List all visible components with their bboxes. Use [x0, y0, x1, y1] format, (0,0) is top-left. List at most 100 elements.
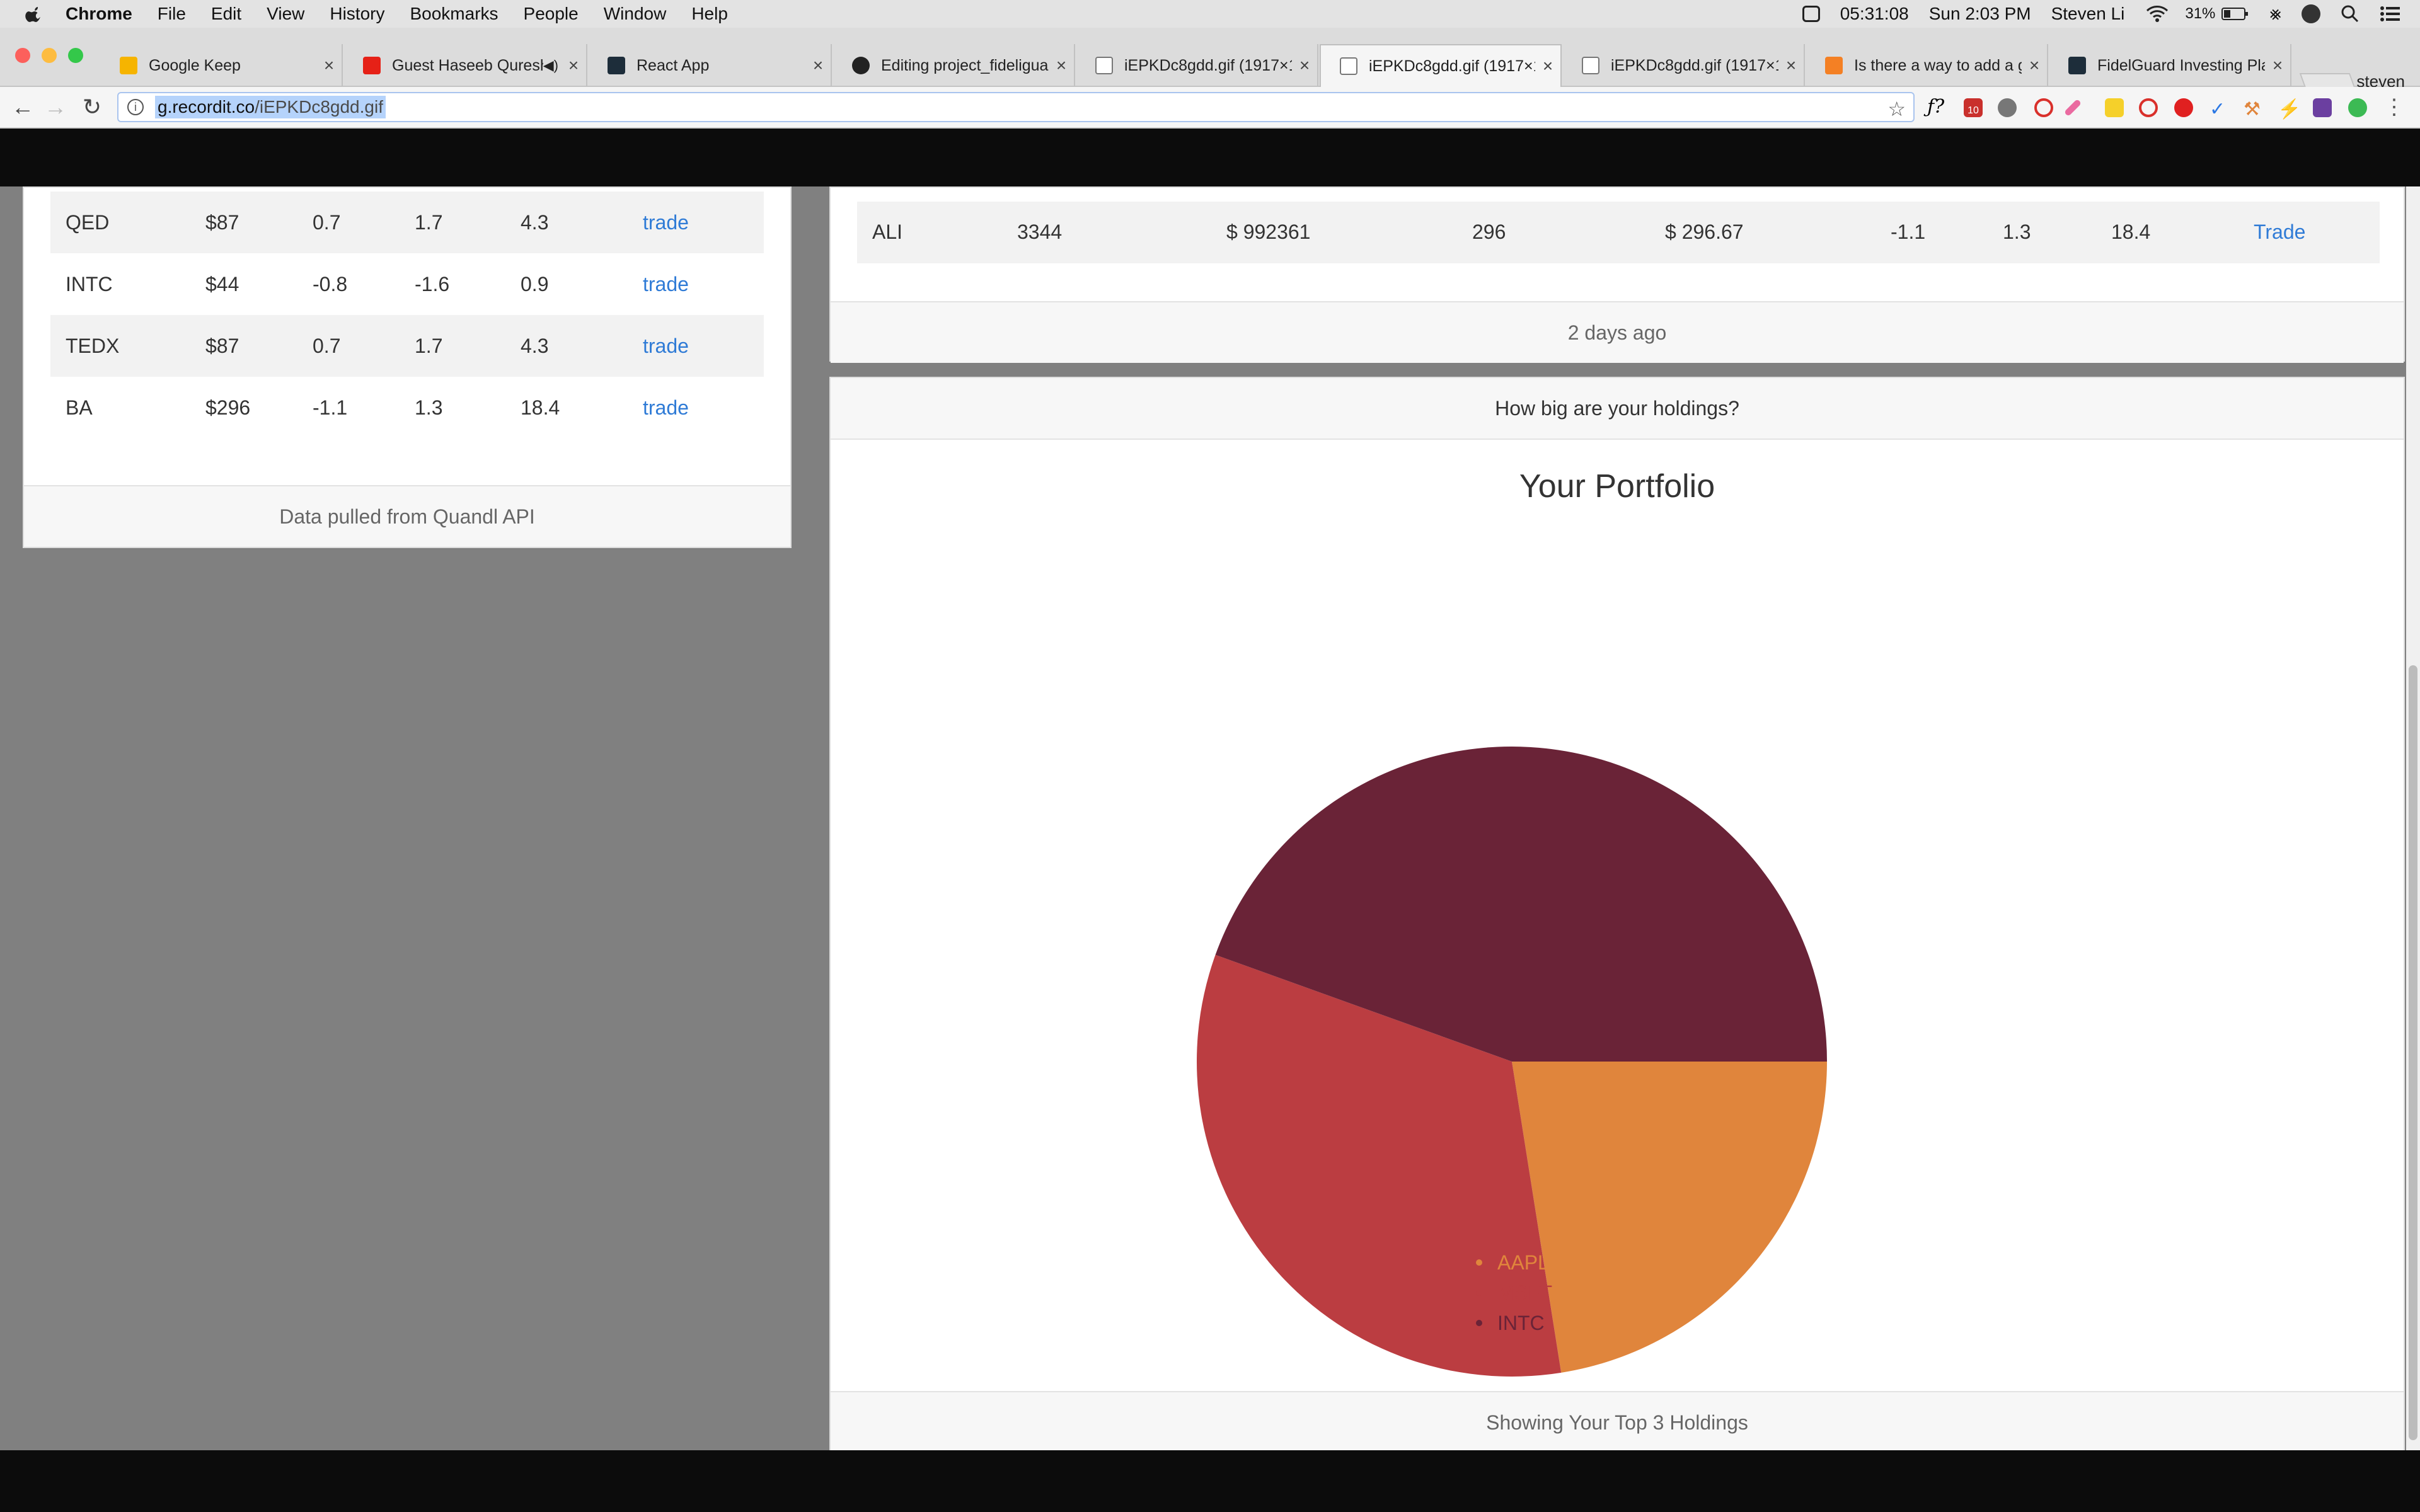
- minimize-window-button[interactable]: [42, 48, 57, 63]
- close-tab-icon[interactable]: ×: [2022, 55, 2047, 76]
- bookmark-star-icon[interactable]: ☆: [1887, 97, 1906, 121]
- bug-extension-icon[interactable]: [1998, 98, 2017, 117]
- trade-link[interactable]: trade: [643, 273, 689, 296]
- menu-view[interactable]: View: [267, 4, 304, 24]
- check-square-extension-icon[interactable]: [2313, 98, 2332, 117]
- menu-app-name[interactable]: Chrome: [66, 4, 132, 24]
- bluetooth-icon[interactable]: ⨳: [2269, 3, 2281, 25]
- price-cell: $296: [205, 396, 251, 419]
- close-tab-icon[interactable]: ×: [316, 55, 342, 76]
- scrollbar-thumb[interactable]: [2409, 665, 2417, 1440]
- change-cell: 1.3: [2003, 220, 2031, 243]
- page-content: QED $87 0.7 1.7 4.3 trade INTC $44 -0.8 …: [0, 186, 2420, 1450]
- muted-speaker-icon[interactable]: ◀): [543, 57, 558, 74]
- price-cell: $87: [205, 334, 239, 357]
- pencil-extension-icon[interactable]: [2063, 98, 2082, 117]
- url-host: g.recordit.co: [158, 97, 255, 117]
- price-cell: $44: [205, 272, 239, 295]
- formula-extension-icon[interactable]: ƒ?: [1927, 96, 1944, 118]
- legend-item[interactable]: AAPL: [1476, 1247, 1552, 1278]
- menu-people[interactable]: People: [524, 4, 579, 24]
- trade-link[interactable]: trade: [643, 211, 689, 234]
- hammer-extension-icon[interactable]: ⚒: [2244, 98, 2262, 120]
- price-cell: 296: [1472, 220, 1506, 243]
- tab-github-editing[interactable]: Editing project_fideliguard ×: [833, 44, 1075, 87]
- react-favicon-icon: [608, 57, 625, 74]
- menu-edit[interactable]: Edit: [211, 4, 241, 24]
- close-tab-icon[interactable]: ×: [561, 55, 586, 76]
- zoom-window-button[interactable]: [68, 48, 83, 63]
- close-tab-icon[interactable]: ×: [1535, 56, 1560, 76]
- chrome-menu-icon[interactable]: ⋮: [2383, 94, 2405, 120]
- table-row: QED $87 0.7 1.7 4.3 trade: [50, 192, 764, 253]
- table-row: BA $296 -1.1 1.3 18.4 trade: [50, 377, 764, 438]
- tab-youtube-guest[interactable]: Guest Haseeb Qureshi ◀) ×: [344, 44, 587, 87]
- tab-google-keep[interactable]: Google Keep ×: [101, 44, 343, 87]
- trade-link[interactable]: Trade: [2254, 220, 2305, 244]
- forward-arrow-icon[interactable]: →: [42, 93, 69, 121]
- close-tab-icon[interactable]: ×: [1778, 55, 1804, 76]
- menu-help[interactable]: Help: [691, 4, 728, 24]
- calendar-day-badge: 10: [1968, 105, 1979, 116]
- siri-icon[interactable]: [2302, 4, 2320, 23]
- color-wheel-extension-icon[interactable]: [2348, 98, 2367, 117]
- value-cell: -1.6: [415, 272, 450, 295]
- page-scrollbar[interactable]: [2406, 186, 2420, 1450]
- tab-title: iEPKDc8gdd.gif (1917×1080): [1124, 56, 1292, 74]
- menu-user-name[interactable]: Steven Li: [2051, 4, 2125, 24]
- url-text[interactable]: g.recordit.co/iEPKDc8gdd.gif: [155, 96, 386, 118]
- menu-clock[interactable]: Sun 2:03 PM: [1929, 4, 2031, 24]
- notification-center-icon[interactable]: [2380, 5, 2401, 23]
- tab-stackoverflow[interactable]: Is there a way to add a g ×: [1806, 44, 2048, 87]
- value-cell: 4.3: [521, 334, 549, 357]
- trade-link[interactable]: trade: [643, 396, 689, 420]
- tab-gif-1[interactable]: iEPKDc8gdd.gif (1917×1080) ×: [1076, 44, 1318, 87]
- pie-slice-aapl[interactable]: [1512, 1062, 1827, 1373]
- legend-dot: [1476, 1290, 1482, 1296]
- back-arrow-icon[interactable]: ←: [9, 93, 37, 121]
- mac-menu-bar: Chrome File Edit View History Bookmarks …: [0, 0, 2420, 28]
- table-row: TEDX $87 0.7 1.7 4.3 trade: [50, 315, 764, 377]
- close-tab-icon[interactable]: ×: [1292, 55, 1317, 76]
- cast-extension-icon[interactable]: [2139, 98, 2158, 117]
- tab-title: Editing project_fideliguard: [881, 56, 1049, 74]
- tab-gif-3[interactable]: iEPKDc8gdd.gif (1917×1080) ×: [1563, 44, 1805, 87]
- cost-cell: $ 296.67: [1665, 220, 1744, 243]
- menu-bookmarks[interactable]: Bookmarks: [410, 4, 498, 24]
- address-bar[interactable]: i g.recordit.co/iEPKDc8gdd.gif ☆: [117, 92, 1915, 122]
- reload-icon[interactable]: ↻: [78, 93, 106, 121]
- browser-toolbar: ← → ↻ i g.recordit.co/iEPKDc8gdd.gif ☆ ƒ…: [0, 87, 2420, 129]
- battery-icon[interactable]: [2221, 6, 2249, 21]
- checkmark-extension-icon[interactable]: ✓: [2210, 98, 2228, 120]
- close-tab-icon[interactable]: ×: [1049, 55, 1074, 76]
- close-tab-icon[interactable]: ×: [2265, 55, 2290, 76]
- legend-item[interactable]: MSFT: [1476, 1278, 1552, 1308]
- wifi-icon[interactable]: [2145, 4, 2170, 23]
- trade-link[interactable]: trade: [643, 335, 689, 358]
- tab-gif-active[interactable]: iEPKDc8gdd.gif (1917×1080) ×: [1320, 44, 1562, 87]
- sticky-notes-extension-icon[interactable]: [2105, 98, 2124, 117]
- spotlight-search-icon[interactable]: [2341, 4, 2360, 23]
- calendar-extension-icon[interactable]: 10: [1964, 98, 1983, 117]
- symbol-cell: TEDX: [66, 334, 120, 357]
- bolt-extension-icon[interactable]: ⚡: [2278, 98, 2301, 120]
- close-window-button[interactable]: [15, 48, 30, 63]
- menu-window[interactable]: Window: [604, 4, 667, 24]
- legend-item[interactable]: INTC: [1476, 1308, 1552, 1338]
- portfolio-card-header: How big are your holdings?: [831, 378, 2404, 440]
- tab-fidelguard[interactable]: FidelGuard Investing Plat ×: [2049, 44, 2291, 87]
- apple-logo-icon[interactable]: [25, 4, 44, 23]
- menu-history[interactable]: History: [330, 4, 384, 24]
- table-row: INTC $44 -0.8 -1.6 0.9 trade: [50, 253, 764, 315]
- menu-file[interactable]: File: [158, 4, 186, 24]
- adblock-extension-icon[interactable]: [2174, 98, 2193, 117]
- tab-title: FidelGuard Investing Plat: [2097, 56, 2265, 74]
- symbol-cell: BA: [66, 396, 93, 419]
- info-icon[interactable]: i: [127, 99, 144, 115]
- screen-record-icon[interactable]: [1802, 6, 1820, 22]
- legend-label: INTC: [1497, 1311, 1545, 1334]
- tab-react-app[interactable]: React App ×: [589, 44, 832, 87]
- close-tab-icon[interactable]: ×: [805, 55, 831, 76]
- opera-extension-icon[interactable]: [2034, 98, 2053, 117]
- change-cell: 18.4: [2111, 220, 2151, 243]
